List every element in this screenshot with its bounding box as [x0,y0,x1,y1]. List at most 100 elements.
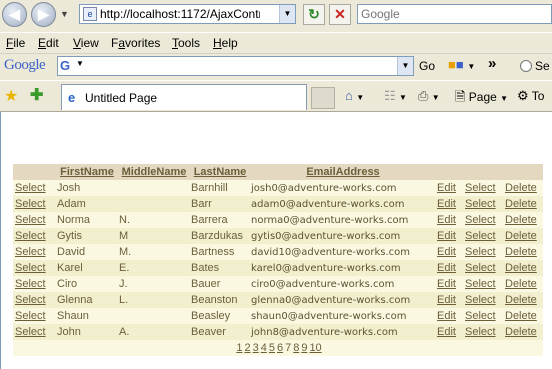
select-link[interactable]: Select [15,230,46,242]
select-link-right[interactable]: Select [465,246,496,258]
history-dropdown-icon[interactable]: ▼ [60,9,69,19]
menu-help[interactable]: Help [213,36,238,50]
search-bar[interactable] [357,4,552,24]
table-cell: Karel [55,260,117,276]
select-link-right[interactable]: Select [465,214,496,226]
address-dropdown-icon[interactable]: ▼ [279,5,295,23]
select-link-right[interactable]: Select [465,294,496,306]
delete-link[interactable]: Delete [505,294,537,306]
table-cell: gytis0@adventure-works.com [249,228,435,244]
header-middlename[interactable]: MiddleName [117,164,189,180]
select-link[interactable]: Select [15,278,46,290]
edit-link[interactable]: Edit [437,230,456,242]
table-cell: Edit [435,292,463,308]
pager-page-link[interactable]: 5 [269,342,275,354]
table-cell: N. [117,212,189,228]
menu-file[interactable]: File [6,36,25,50]
tools-menu-button[interactable]: ⚙ To [517,88,544,104]
google-dropdown-icon[interactable]: ▼ [397,57,413,75]
feeds-button[interactable]: ☷ ▼ [384,88,407,104]
address-input[interactable] [100,6,260,22]
print-button[interactable]: ⎙ ▼ [418,88,440,104]
delete-link[interactable]: Delete [505,246,537,258]
menu-tools[interactable]: Tools [172,36,200,50]
table-row: Select Karel E. Bates karel0@adventure-works… [13,260,543,276]
edit-link[interactable]: Edit [437,262,456,274]
stop-icon[interactable]: ✕ [329,4,351,25]
delete-link[interactable]: Delete [505,198,537,210]
table-cell: Delete [503,228,543,244]
select-link-right[interactable]: Select [465,230,496,242]
select-link[interactable]: Select [15,182,46,194]
pager-page-link[interactable]: 3 [253,342,259,354]
delete-link[interactable]: Delete [505,230,537,242]
select-link[interactable]: Select [15,246,46,258]
pager-page-link[interactable]: 1 [236,342,242,354]
google-search-field[interactable]: G ▼ ▼ [57,56,414,76]
select-link-right[interactable]: Select [465,182,496,194]
edit-link[interactable]: Edit [437,246,456,258]
menu-view[interactable]: View [73,36,99,50]
delete-link[interactable]: Delete [505,182,537,194]
select-link[interactable]: Select [15,294,46,306]
edit-link[interactable]: Edit [437,198,456,210]
google-options-icon[interactable]: ■■ ▼ [448,57,475,72]
select-link-right[interactable]: Select [465,310,496,322]
header-firstname[interactable]: FirstName [55,164,117,180]
select-link[interactable]: Select [15,310,46,322]
select-link[interactable]: Select [15,262,46,274]
sort-emailaddress-link[interactable]: EmailAddress [306,166,379,178]
address-bar[interactable]: e ▼ [79,4,296,24]
edit-link[interactable]: Edit [437,294,456,306]
header-lastname[interactable]: LastName [189,164,249,180]
edit-link[interactable]: Edit [437,278,456,290]
cell-middlename: E. [119,262,130,274]
pager-page-link[interactable]: 2 [244,342,250,354]
select-link-right[interactable]: Select [465,198,496,210]
table-cell: A. [117,324,189,340]
add-favorite-icon[interactable]: ✚ [30,85,43,105]
delete-link[interactable]: Delete [505,262,537,274]
search-input[interactable] [361,6,546,22]
select-link-right[interactable]: Select [465,262,496,274]
delete-link[interactable]: Delete [505,310,537,322]
pager-page-link[interactable]: 4 [261,342,267,354]
sort-firstname-link[interactable]: FirstName [60,166,114,178]
header-emailaddress[interactable]: EmailAddress [249,164,435,180]
more-chevron-icon[interactable]: » [488,55,496,72]
delete-link[interactable]: Delete [505,326,537,338]
menu-favorites[interactable]: Favorites [111,36,160,50]
pager-page-link[interactable]: 10 [309,342,321,354]
page-menu-button[interactable]: 🗎 Page ▼ [455,88,508,110]
edit-link[interactable]: Edit [437,214,456,226]
chevron-down-icon[interactable]: ▼ [76,59,84,68]
favorites-star-icon[interactable]: ★ [4,86,18,106]
home-button[interactable]: ⌂ ▼ [345,88,364,103]
sort-middlename-link[interactable]: MiddleName [122,166,187,178]
table-cell: Delete [503,276,543,292]
select-link-right[interactable]: Select [465,326,496,338]
table-cell: Josh [55,180,117,196]
select-link[interactable]: Select [15,198,46,210]
edit-link[interactable]: Edit [437,310,456,322]
google-logo[interactable]: Google [4,57,46,74]
back-button[interactable]: ◀ [2,2,27,27]
select-link-right[interactable]: Select [465,278,496,290]
delete-link[interactable]: Delete [505,214,537,226]
google-go-button[interactable]: Go [419,59,435,73]
google-se-radio[interactable]: Se [520,59,550,73]
select-link[interactable]: Select [15,326,46,338]
pager-page-link[interactable]: 8 [293,342,299,354]
select-link[interactable]: Select [15,214,46,226]
edit-link[interactable]: Edit [437,182,456,194]
sort-lastname-link[interactable]: LastName [194,166,247,178]
delete-link[interactable]: Delete [505,278,537,290]
pager-page-link[interactable]: 6 [277,342,283,354]
new-tab-button[interactable] [311,87,335,109]
pager-page-link[interactable]: 9 [301,342,307,354]
forward-button[interactable]: ▶ [31,2,56,27]
menu-edit[interactable]: Edit [38,36,59,50]
refresh-icon[interactable]: ↻ [303,4,325,25]
edit-link[interactable]: Edit [437,326,456,338]
tab-untitled-page[interactable]: e Untitled Page [61,84,307,110]
